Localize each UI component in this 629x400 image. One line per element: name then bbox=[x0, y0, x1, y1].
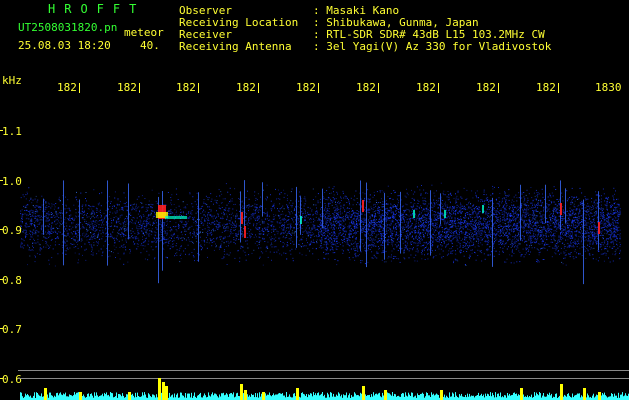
baseline-line bbox=[18, 370, 629, 371]
histogram-peak bbox=[296, 388, 299, 400]
echo-streak bbox=[322, 188, 323, 229]
histogram-peak bbox=[240, 384, 243, 400]
y-tick-mark bbox=[0, 130, 3, 131]
histogram-peak bbox=[79, 392, 82, 400]
histogram-peak bbox=[262, 392, 265, 400]
histogram-peak bbox=[162, 382, 165, 400]
y-tick-mark bbox=[0, 328, 3, 329]
histogram-peak bbox=[128, 392, 131, 400]
echo-streak bbox=[262, 182, 263, 217]
spectrogram bbox=[0, 130, 629, 400]
echo-streak bbox=[107, 180, 108, 266]
echo-streak bbox=[520, 184, 521, 241]
histogram-peak bbox=[158, 378, 161, 400]
histogram-peak bbox=[520, 388, 523, 400]
echo-streak bbox=[128, 183, 129, 240]
histogram-peak bbox=[440, 390, 443, 400]
meteor-echo bbox=[300, 216, 302, 224]
histogram-peak bbox=[165, 386, 168, 400]
echo-streak bbox=[565, 188, 566, 224]
echo-streak bbox=[583, 199, 584, 285]
echo-streak bbox=[598, 191, 599, 251]
y-tick-mark bbox=[0, 378, 3, 379]
meteor-echo-trail bbox=[165, 216, 187, 219]
y-tick-mark bbox=[0, 180, 3, 181]
histogram-peak bbox=[583, 388, 586, 400]
histogram-peak bbox=[244, 390, 247, 400]
y-tick-mark bbox=[0, 229, 3, 230]
echo-streak bbox=[296, 186, 297, 248]
meteor-echo bbox=[413, 210, 415, 218]
echo-streak bbox=[63, 180, 64, 266]
echo-streak bbox=[244, 180, 245, 232]
echo-streak bbox=[79, 199, 80, 241]
echo-streak bbox=[198, 192, 199, 262]
meteor-echo bbox=[482, 205, 484, 213]
echo-streak bbox=[492, 197, 493, 267]
meteor-echo bbox=[560, 203, 562, 215]
baseline-line bbox=[18, 378, 629, 379]
meteor-echo bbox=[598, 222, 600, 234]
noise-band bbox=[20, 182, 621, 267]
echo-streak bbox=[43, 198, 44, 235]
meteor-echo bbox=[444, 210, 446, 218]
histogram-peak bbox=[44, 388, 47, 400]
echo-streak bbox=[384, 193, 385, 260]
echo-streak bbox=[360, 180, 361, 252]
echo-streak bbox=[366, 182, 367, 268]
histogram-peak bbox=[598, 392, 601, 400]
echo-streak bbox=[240, 191, 241, 243]
hrofft-screen: HROFFT UT2508031820.pn meteor 25.08.03 1… bbox=[0, 0, 629, 400]
meteor-echo bbox=[244, 226, 246, 238]
echo-streak bbox=[300, 196, 301, 235]
echo-histogram bbox=[20, 378, 629, 400]
echo-streak bbox=[430, 190, 431, 256]
echo-streak bbox=[440, 193, 441, 225]
histogram-peak bbox=[362, 386, 365, 400]
echo-streak bbox=[400, 191, 401, 254]
echo-streak bbox=[162, 191, 163, 271]
meteor-echo bbox=[241, 212, 243, 224]
echo-streak bbox=[545, 184, 546, 223]
y-tick-mark bbox=[0, 279, 3, 280]
meteor-echo bbox=[362, 200, 364, 212]
histogram-peak bbox=[560, 384, 563, 400]
histogram-peak bbox=[384, 390, 387, 400]
